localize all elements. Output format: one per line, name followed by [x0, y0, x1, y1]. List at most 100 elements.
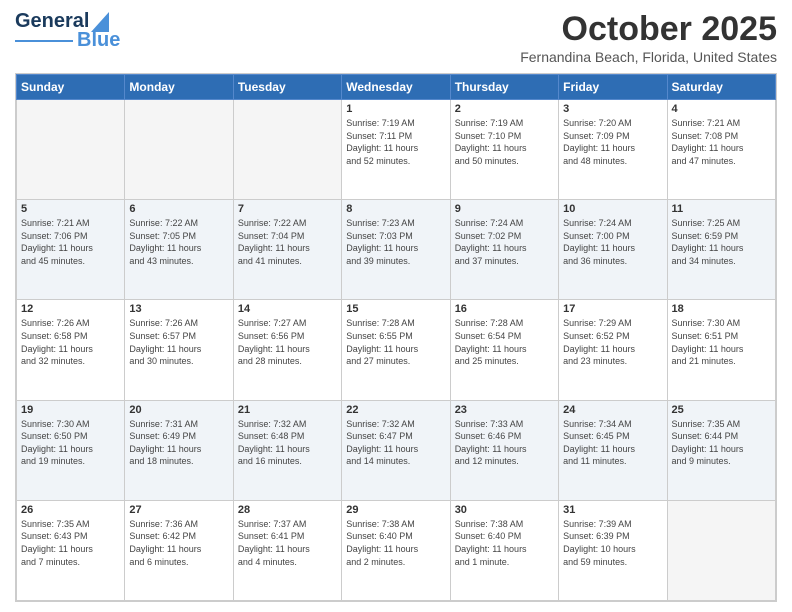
calendar-cell: 18 Sunrise: 7:30 AMSunset: 6:51 PMDayligh…: [667, 300, 775, 400]
day-number: 29: [346, 504, 445, 516]
calendar-cell: 3 Sunrise: 7:20 AMSunset: 7:09 PMDaylight…: [559, 100, 667, 200]
logo: General Blue: [15, 10, 120, 52]
calendar-week-row: 12Sunrise: 7:26 AMSunset: 6:58 PMDayligh…: [17, 300, 776, 400]
day-info: Sunrise: 7:27 AMSunset: 6:56 PMDaylight:…: [238, 317, 337, 367]
day-header-thursday: Thursday: [450, 75, 558, 100]
calendar-cell: [17, 100, 125, 200]
day-info: Sunrise: 7:29 AMSunset: 6:52 PMDaylight:…: [563, 317, 662, 367]
calendar-cell: 19 Sunrise: 7:30 AMSunset: 6:50 PMDayligh…: [17, 400, 125, 500]
calendar-cell: [667, 500, 775, 600]
calendar-week-row: 1 Sunrise: 7:19 AMSunset: 7:11 PMDaylight…: [17, 100, 776, 200]
day-info: Sunrise: 7:35 AMSunset: 6:43 PMDaylight:…: [21, 518, 120, 568]
calendar-cell: 30 Sunrise: 7:38 AMSunset: 6:40 PMDayligh…: [450, 500, 558, 600]
day-info: Sunrise: 7:20 AMSunset: 7:09 PMDaylight:…: [563, 117, 662, 167]
calendar-cell: 1 Sunrise: 7:19 AMSunset: 7:11 PMDaylight…: [342, 100, 450, 200]
calendar-cell: 2Sunrise: 7:19 AMSunset: 7:10 PMDaylight…: [450, 100, 558, 200]
day-number: 30: [455, 504, 554, 516]
title-section: October 2025 Fernandina Beach, Florida, …: [520, 10, 777, 65]
day-number: 5: [21, 203, 120, 215]
day-number: 13: [129, 303, 228, 315]
header: General Blue October 2025 Fernandina Bea…: [15, 10, 777, 65]
logo-line: [15, 40, 73, 42]
day-header-monday: Monday: [125, 75, 233, 100]
day-number: 6: [129, 203, 228, 215]
calendar-cell: 21 Sunrise: 7:32 AMSunset: 6:48 PMDayligh…: [233, 400, 341, 500]
calendar-cell: 23 Sunrise: 7:33 AMSunset: 6:46 PMDayligh…: [450, 400, 558, 500]
day-info: Sunrise: 7:33 AMSunset: 6:46 PMDaylight:…: [455, 418, 554, 468]
calendar-cell: 8 Sunrise: 7:23 AMSunset: 7:03 PMDaylight…: [342, 200, 450, 300]
day-info: Sunrise: 7:21 AMSunset: 7:08 PMDaylight:…: [672, 117, 771, 167]
month-title: October 2025: [520, 10, 777, 49]
day-info: Sunrise: 7:31 AMSunset: 6:49 PMDaylight:…: [129, 418, 228, 468]
calendar-cell: 10 Sunrise: 7:24 AMSunset: 7:00 PMDayligh…: [559, 200, 667, 300]
calendar-cell: [125, 100, 233, 200]
day-number: 25: [672, 404, 771, 416]
day-info: Sunrise: 7:37 AMSunset: 6:41 PMDaylight:…: [238, 518, 337, 568]
calendar-cell: 16 Sunrise: 7:28 AMSunset: 6:54 PMDayligh…: [450, 300, 558, 400]
calendar: SundayMondayTuesdayWednesdayThursdayFrid…: [15, 73, 777, 602]
calendar-cell: 28Sunrise: 7:37 AMSunset: 6:41 PMDayligh…: [233, 500, 341, 600]
calendar-cell: [233, 100, 341, 200]
day-number: 19: [21, 404, 120, 416]
calendar-week-row: 5 Sunrise: 7:21 AMSunset: 7:06 PMDaylight…: [17, 200, 776, 300]
day-info: Sunrise: 7:24 AMSunset: 7:00 PMDaylight:…: [563, 217, 662, 267]
day-number: 3: [563, 103, 662, 115]
calendar-cell: 9Sunrise: 7:24 AMSunset: 7:02 PMDaylight…: [450, 200, 558, 300]
day-info: Sunrise: 7:22 AMSunset: 7:04 PMDaylight:…: [238, 217, 337, 267]
calendar-cell: 29Sunrise: 7:38 AMSunset: 6:40 PMDayligh…: [342, 500, 450, 600]
day-number: 17: [563, 303, 662, 315]
day-header-friday: Friday: [559, 75, 667, 100]
calendar-cell: 6 Sunrise: 7:22 AMSunset: 7:05 PMDaylight…: [125, 200, 233, 300]
day-number: 7: [238, 203, 337, 215]
day-info: Sunrise: 7:19 AMSunset: 7:11 PMDaylight:…: [346, 117, 445, 167]
day-info: Sunrise: 7:38 AMSunset: 6:40 PMDaylight:…: [455, 518, 554, 568]
day-info: Sunrise: 7:23 AMSunset: 7:03 PMDaylight:…: [346, 217, 445, 267]
day-info: Sunrise: 7:21 AMSunset: 7:06 PMDaylight:…: [21, 217, 120, 267]
calendar-week-row: 19 Sunrise: 7:30 AMSunset: 6:50 PMDayligh…: [17, 400, 776, 500]
calendar-cell: 24 Sunrise: 7:34 AMSunset: 6:45 PMDayligh…: [559, 400, 667, 500]
day-info: Sunrise: 7:26 AMSunset: 6:58 PMDaylight:…: [21, 317, 120, 367]
calendar-cell: 25 Sunrise: 7:35 AMSunset: 6:44 PMDayligh…: [667, 400, 775, 500]
calendar-cell: 31Sunrise: 7:39 AMSunset: 6:39 PMDayligh…: [559, 500, 667, 600]
day-number: 26: [21, 504, 120, 516]
day-header-tuesday: Tuesday: [233, 75, 341, 100]
calendar-cell: 4 Sunrise: 7:21 AMSunset: 7:08 PMDaylight…: [667, 100, 775, 200]
day-info: Sunrise: 7:32 AMSunset: 6:47 PMDaylight:…: [346, 418, 445, 468]
day-number: 16: [455, 303, 554, 315]
calendar-cell: 27 Sunrise: 7:36 AMSunset: 6:42 PMDayligh…: [125, 500, 233, 600]
day-info: Sunrise: 7:34 AMSunset: 6:45 PMDaylight:…: [563, 418, 662, 468]
day-info: Sunrise: 7:30 AMSunset: 6:50 PMDaylight:…: [21, 418, 120, 468]
calendar-cell: 22 Sunrise: 7:32 AMSunset: 6:47 PMDayligh…: [342, 400, 450, 500]
day-number: 8: [346, 203, 445, 215]
day-info: Sunrise: 7:32 AMSunset: 6:48 PMDaylight:…: [238, 418, 337, 468]
logo-blue: Blue: [77, 29, 120, 52]
day-number: 22: [346, 404, 445, 416]
calendar-cell: 7 Sunrise: 7:22 AMSunset: 7:04 PMDaylight…: [233, 200, 341, 300]
calendar-cell: 15 Sunrise: 7:28 AMSunset: 6:55 PMDayligh…: [342, 300, 450, 400]
calendar-cell: 14Sunrise: 7:27 AMSunset: 6:56 PMDayligh…: [233, 300, 341, 400]
day-number: 18: [672, 303, 771, 315]
day-number: 24: [563, 404, 662, 416]
day-info: Sunrise: 7:24 AMSunset: 7:02 PMDaylight:…: [455, 217, 554, 267]
calendar-cell: 26 Sunrise: 7:35 AMSunset: 6:43 PMDayligh…: [17, 500, 125, 600]
day-number: 27: [129, 504, 228, 516]
day-info: Sunrise: 7:28 AMSunset: 6:55 PMDaylight:…: [346, 317, 445, 367]
day-number: 10: [563, 203, 662, 215]
day-info: Sunrise: 7:35 AMSunset: 6:44 PMDaylight:…: [672, 418, 771, 468]
day-info: Sunrise: 7:36 AMSunset: 6:42 PMDaylight:…: [129, 518, 228, 568]
day-info: Sunrise: 7:26 AMSunset: 6:57 PMDaylight:…: [129, 317, 228, 367]
day-number: 15: [346, 303, 445, 315]
day-info: Sunrise: 7:25 AMSunset: 6:59 PMDaylight:…: [672, 217, 771, 267]
day-info: Sunrise: 7:30 AMSunset: 6:51 PMDaylight:…: [672, 317, 771, 367]
day-number: 2: [455, 103, 554, 115]
day-info: Sunrise: 7:28 AMSunset: 6:54 PMDaylight:…: [455, 317, 554, 367]
day-info: Sunrise: 7:22 AMSunset: 7:05 PMDaylight:…: [129, 217, 228, 267]
calendar-cell: 20Sunrise: 7:31 AMSunset: 6:49 PMDayligh…: [125, 400, 233, 500]
day-number: 1: [346, 103, 445, 115]
day-number: 23: [455, 404, 554, 416]
day-number: 4: [672, 103, 771, 115]
day-number: 31: [563, 504, 662, 516]
calendar-cell: 11Sunrise: 7:25 AMSunset: 6:59 PMDayligh…: [667, 200, 775, 300]
day-number: 21: [238, 404, 337, 416]
calendar-header-row: SundayMondayTuesdayWednesdayThursdayFrid…: [17, 75, 776, 100]
